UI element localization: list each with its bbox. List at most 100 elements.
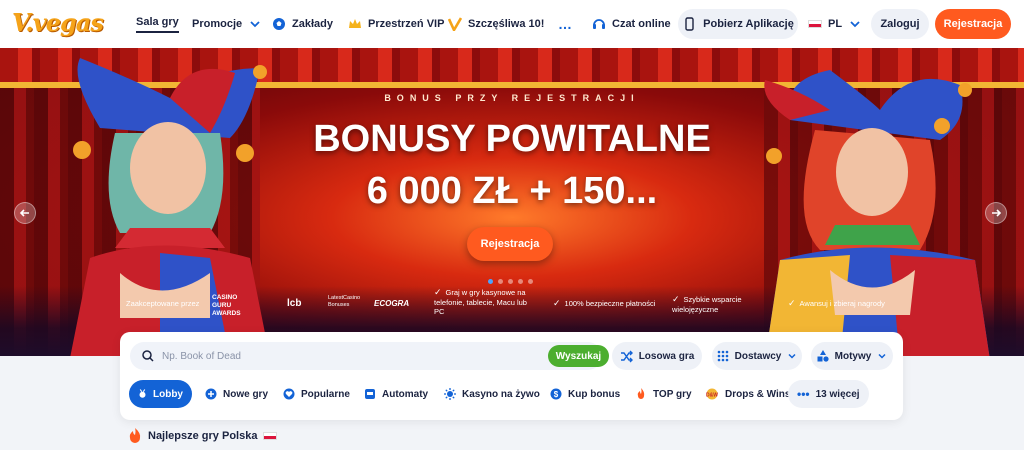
nav-promocje-label: Promocje [192, 18, 243, 30]
carousel-dot[interactable] [498, 279, 503, 284]
feature-rewards-text: Awansuj i zbieraj nagrody [799, 299, 885, 308]
search-icon [142, 350, 154, 362]
nav-vip[interactable]: Przestrzeń VIP [348, 0, 444, 48]
providers-label: Dostawcy [734, 350, 782, 362]
game-search-panel: Wyszukaj Losowa gra Dostawcy Motywy Lobb… [120, 332, 903, 420]
medal-icon [139, 389, 146, 398]
carousel-dot[interactable] [528, 279, 533, 284]
category-top-games[interactable]: TOP gry [626, 380, 701, 408]
feature-payments-text: 100% bezpieczne płatności [564, 299, 656, 308]
feature-support: ✓ Szybkie wsparcie wielojęzyczne [672, 294, 762, 314]
check-icon: ✓ [672, 294, 680, 304]
chevron-down-icon [788, 353, 796, 359]
nav-sala-gry[interactable]: Sala gry [136, 0, 179, 48]
section-heading: Najlepsze gry Polska [128, 428, 278, 444]
language-label: PL [828, 18, 843, 30]
chevron-down-icon [878, 353, 886, 359]
more-dots-icon: … [558, 16, 572, 32]
category-new-games-label: Nowe gry [223, 388, 269, 400]
grid-icon [717, 350, 728, 362]
category-popular[interactable]: Popularne [274, 380, 359, 408]
nav-promocje[interactable]: Promocje [192, 0, 262, 48]
slot-machine-icon [365, 389, 375, 399]
shuffle-icon [620, 350, 633, 362]
hero-title-line1: BONUSY POWITALNE [313, 118, 711, 160]
carousel-dot[interactable] [508, 279, 513, 284]
crown-icon [349, 19, 361, 28]
nav-vip-label: Przestrzeń VIP [368, 18, 445, 30]
heart-icon [283, 388, 295, 400]
nav-chat-label: Czat online [612, 18, 671, 30]
login-button[interactable]: Zaloguj [871, 9, 929, 39]
feature-devices-text: Graj w gry kasynowe na telefonie, tablec… [434, 288, 527, 316]
hero-title-line2: 6 000 ZŁ + 150... [366, 170, 658, 212]
carousel-dot[interactable] [518, 279, 523, 284]
category-more[interactable]: ••• 13 więcej [788, 380, 869, 408]
svg-text:$: $ [554, 390, 559, 399]
vvegas-logo[interactable]: V.vegas [12, 8, 104, 37]
poland-flag-icon [263, 432, 278, 440]
download-app-button[interactable]: Pobierz Aplikację [678, 9, 798, 39]
hero-register-button[interactable]: Rejestracja [467, 227, 553, 261]
search-button[interactable]: Wyszukaj [548, 345, 609, 367]
lucky-ten-icon [448, 17, 462, 31]
top-header: V.vegas Sala gry Promocje Zakłady Przest… [0, 0, 1024, 48]
login-label: Zaloguj [880, 18, 920, 30]
category-more-label: 13 więcej [815, 388, 860, 400]
headset-icon [593, 19, 605, 29]
nav-sala-gry-label: Sala gry [136, 16, 179, 33]
nav-zaklady[interactable]: Zakłady [272, 0, 333, 48]
feature-payments: ✓ 100% bezpieczne płatności [553, 298, 663, 309]
hero-banner[interactable]: BONUS PRZY REJESTRACJI BONUSY POWITALNE … [0, 48, 1024, 356]
random-game-label: Losowa gra [638, 350, 695, 362]
category-buy-bonus[interactable]: $ Kup bonus [541, 380, 629, 408]
category-slots-label: Automaty [382, 388, 429, 400]
category-buy-bonus-label: Kup bonus [568, 388, 621, 400]
nav-zaklady-label: Zakłady [292, 18, 333, 30]
flame-icon [637, 388, 645, 399]
category-live-casino-label: Kasyno na żywo [462, 388, 540, 400]
category-lobby[interactable]: Lobby [129, 380, 192, 408]
feature-support-text: Szybkie wsparcie wielojęzyczne [672, 295, 742, 314]
dollar-coin-icon: $ [550, 388, 562, 400]
random-game-button[interactable]: Losowa gra [612, 342, 702, 370]
search-input[interactable] [162, 342, 532, 370]
plus-circle-icon [205, 388, 217, 400]
register-button[interactable]: Rejestracja [935, 9, 1011, 39]
chevron-down-icon [250, 21, 260, 28]
arrow-right-icon [992, 209, 1002, 217]
themes-dropdown[interactable]: Motywy [811, 342, 893, 370]
category-popular-label: Popularne [301, 388, 350, 400]
section-title: Najlepsze gry Polska [148, 430, 258, 442]
language-selector[interactable]: PL [808, 0, 862, 48]
category-slots[interactable]: Automaty [355, 380, 437, 408]
casino-guru-logo: CASINO GURU AWARDS [212, 294, 241, 317]
providers-dropdown[interactable]: Dostawcy [712, 342, 802, 370]
ecogra-logo: ECOGRA [374, 299, 410, 308]
soccer-ball-icon [273, 18, 285, 30]
check-icon: ✓ [434, 287, 442, 297]
carousel-dot[interactable] [488, 279, 493, 284]
feature-devices: ✓ Graj w gry kasynowe na telefonie, table… [434, 287, 538, 317]
svg-text:D&W: D&W [706, 393, 718, 399]
carousel-next-button[interactable] [985, 202, 1007, 224]
carousel-dots [488, 279, 533, 284]
category-new-games[interactable]: Nowe gry [196, 380, 277, 408]
accepted-by-label: Zaakceptowane przez [126, 299, 200, 308]
category-live-casino[interactable]: Kasyno na żywo [435, 380, 549, 408]
category-top-games-label: TOP gry [653, 388, 692, 400]
nav-szczesliwa[interactable]: Szczęśliwa 10! [448, 0, 544, 48]
nav-szczesliwa-label: Szczęśliwa 10! [468, 18, 545, 30]
themes-label: Motywy [834, 350, 872, 362]
nav-chat[interactable]: Czat online [592, 0, 671, 48]
live-casino-icon [444, 388, 456, 400]
search-bar: Wyszukaj [130, 342, 609, 370]
category-drops-wins[interactable]: D&W Drops & Wins [696, 380, 799, 408]
poland-flag-icon [808, 20, 822, 28]
category-lobby-label: Lobby [153, 388, 183, 400]
shapes-icon [817, 350, 829, 362]
flame-icon [129, 428, 141, 443]
nav-more[interactable]: … [558, 0, 572, 48]
arrow-left-icon [19, 209, 29, 217]
carousel-prev-button[interactable] [14, 202, 36, 224]
